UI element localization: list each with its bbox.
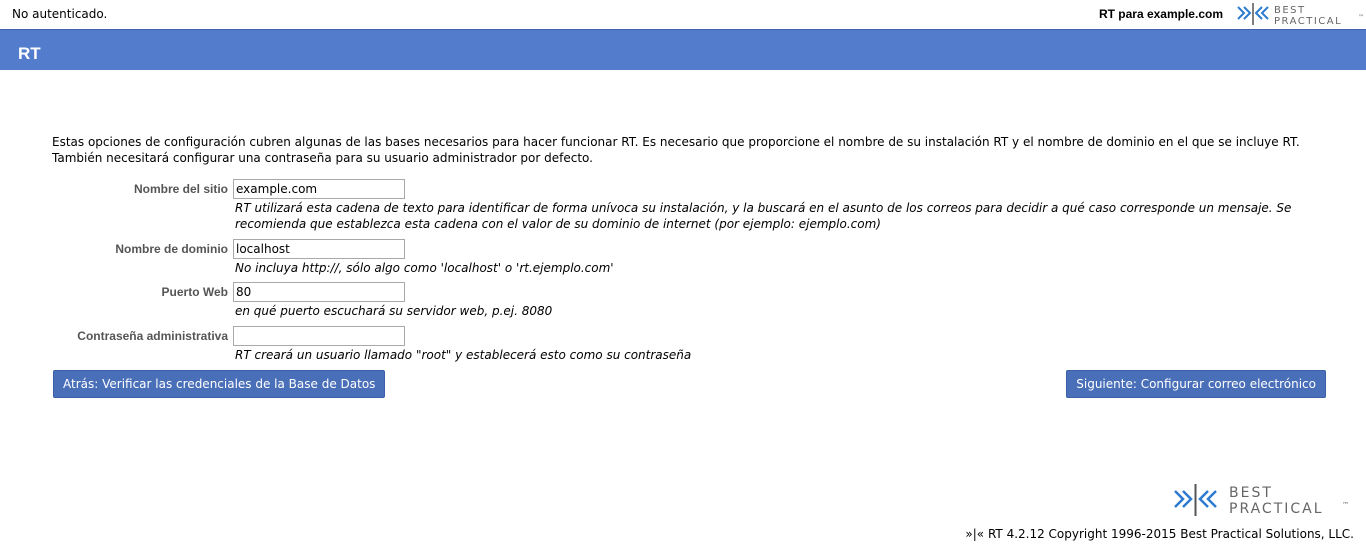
top-bar: No autenticado. RT para example.com BEST…	[0, 0, 1366, 29]
domain-hint: No incluya http://, sólo algo como 'loca…	[235, 261, 614, 275]
auth-status: No autenticado.	[12, 7, 108, 21]
site-name-hint: RT utilizará esta cadena de texto para i…	[235, 201, 1292, 231]
app-title: RT	[18, 44, 41, 63]
logo-text-best: BEST	[1229, 485, 1273, 501]
site-label: RT para example.com	[1098, 7, 1223, 21]
web-port-label: Puerto Web	[161, 285, 228, 299]
site-name-input[interactable]	[233, 179, 405, 199]
logo-tm: ™	[1358, 14, 1364, 21]
back-button[interactable]: Atrás: Verificar las credenciales de la …	[53, 370, 386, 398]
admin-password-input[interactable]	[233, 326, 405, 346]
logo-text-practical: PRACTICAL	[1274, 16, 1342, 26]
web-port-hint: en qué puerto escuchará su servidor web,…	[235, 304, 553, 318]
logo-text-best: BEST	[1274, 5, 1306, 16]
logo-tm: ™	[1342, 501, 1349, 509]
site-name-label: Nombre del sitio	[133, 182, 228, 196]
web-port-input[interactable]	[233, 282, 405, 302]
domain-label: Nombre de dominio	[115, 242, 228, 256]
app-header: RT	[0, 29, 1366, 70]
admin-password-label: Contraseña administrativa	[77, 329, 228, 343]
best-practical-logo-footer[interactable]: BEST PRACTICAL ™	[1172, 483, 1350, 517]
admin-password-hint: RT creará un usuario llamado "root" y es…	[235, 348, 692, 362]
next-button[interactable]: Siguiente: Configurar correo electrónico	[1066, 370, 1326, 398]
best-practical-logo[interactable]: BEST PRACTICAL ™	[1236, 2, 1364, 26]
intro-text: Estas opciones de configuración cubren a…	[52, 135, 1300, 165]
domain-input[interactable]	[233, 239, 405, 259]
logo-text-practical: PRACTICAL	[1229, 501, 1324, 517]
footer-copyright: »|« RT 4.2.12 Copyright 1996-2015 Best P…	[965, 527, 1354, 541]
